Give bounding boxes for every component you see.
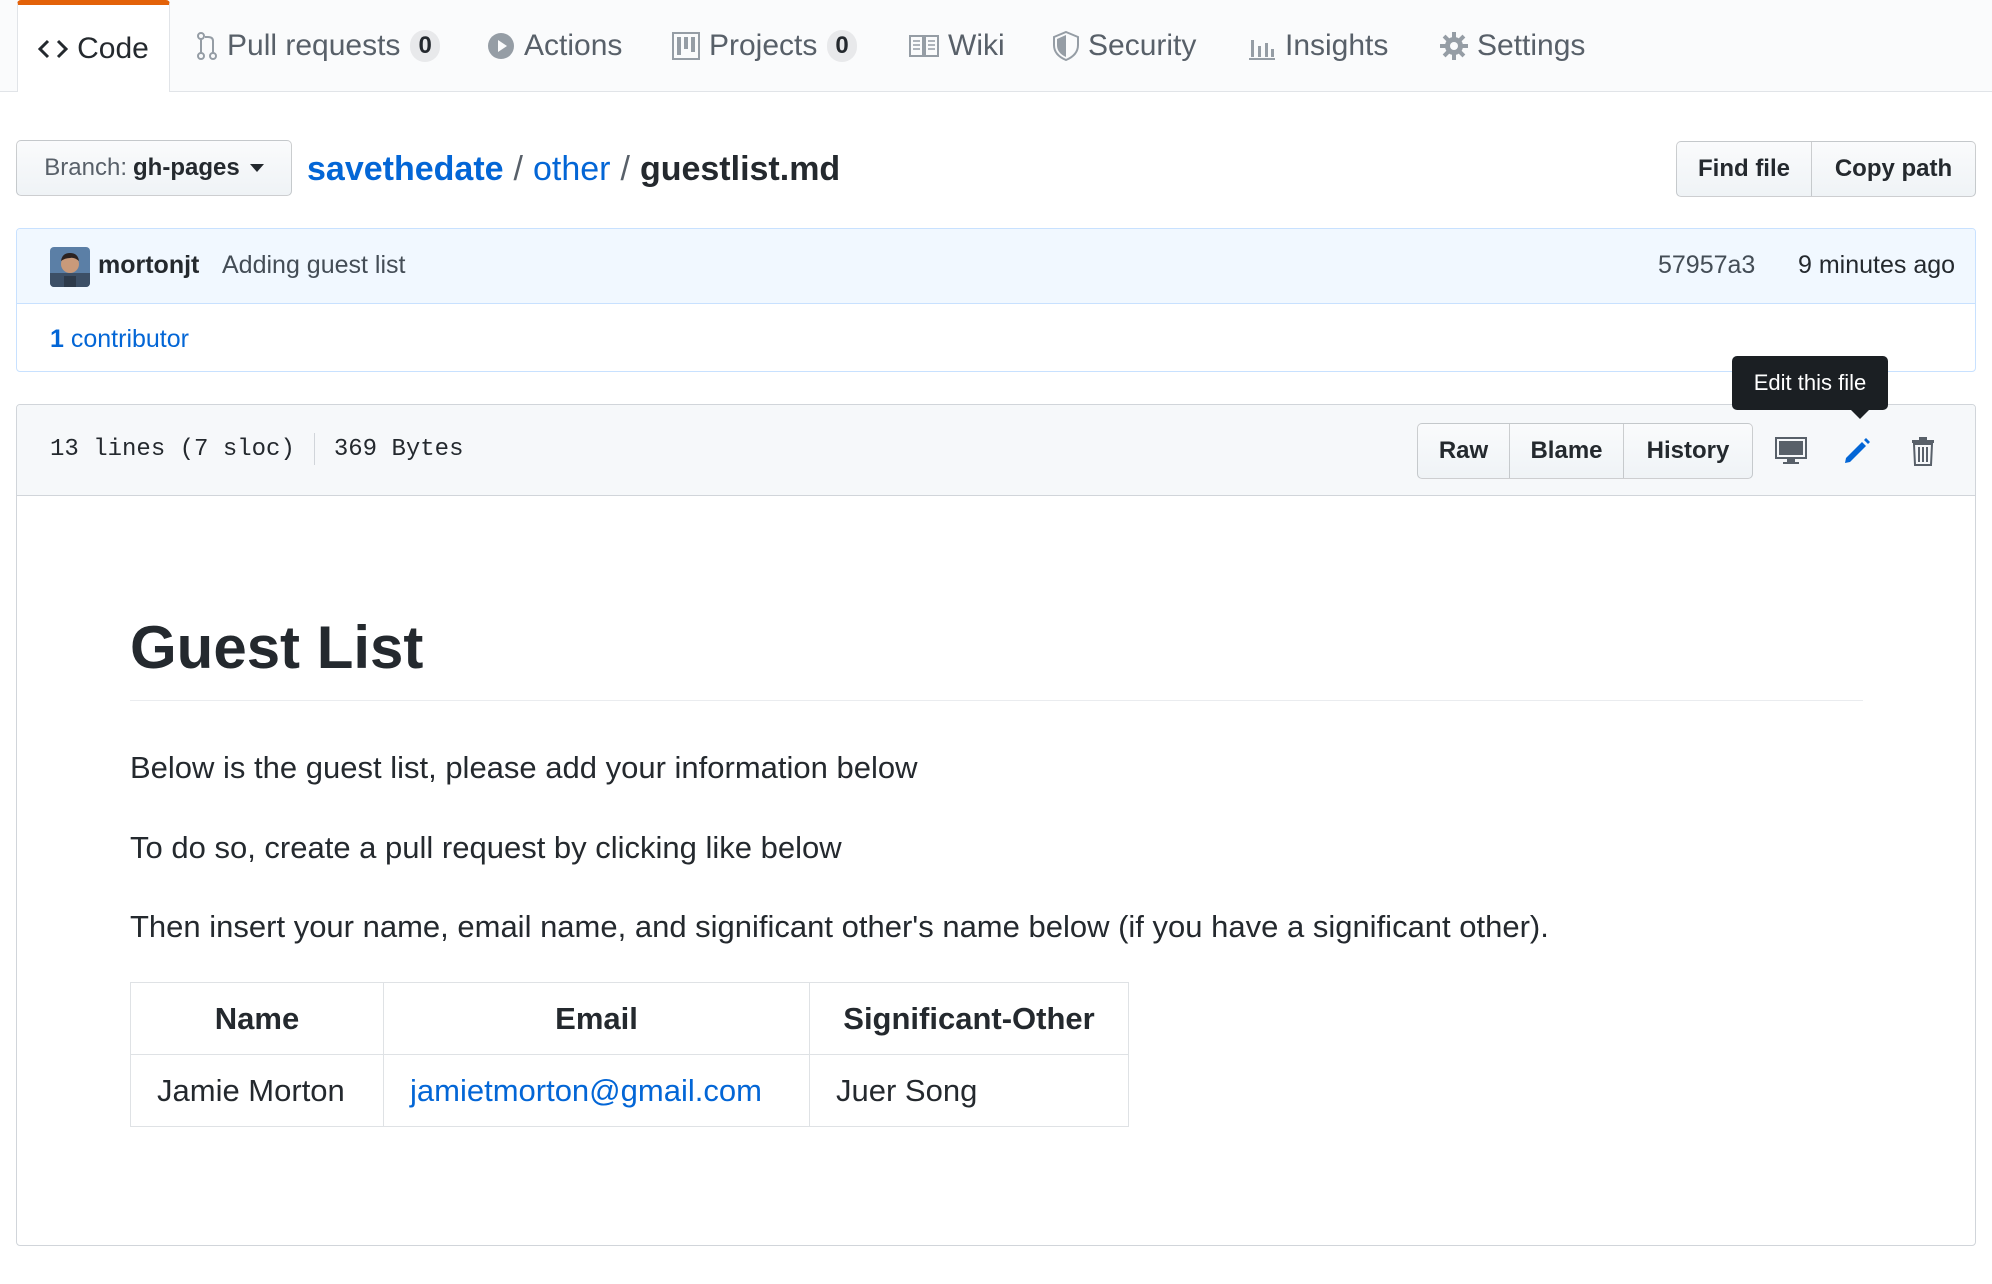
blame-button[interactable]: Blame: [1509, 423, 1624, 479]
file-actions-button-group: Raw Blame History: [1417, 423, 1753, 479]
tab-label: Actions: [524, 28, 623, 62]
email-link[interactable]: jamietmorton@gmail.com: [410, 1073, 762, 1108]
pull-requests-counter: 0: [410, 29, 440, 62]
tab-insights[interactable]: Insights: [1248, 0, 1388, 91]
breadcrumb: savethedate / other / guestlist.md: [307, 142, 840, 196]
shield-icon: [1053, 30, 1079, 61]
breadcrumb-file-name: guestlist.md: [639, 149, 841, 188]
branch-prefix: Branch:: [44, 154, 128, 181]
table-cell: Juer Song: [809, 1054, 1129, 1127]
commit-sha-link[interactable]: 57957a3: [1658, 251, 1755, 280]
pencil-icon[interactable]: [1837, 431, 1877, 471]
tab-settings[interactable]: Settings: [1440, 0, 1585, 91]
contributors-label: contributor: [70, 325, 189, 353]
markdown-paragraph: Below is the guest list, please add your…: [130, 750, 918, 785]
tab-projects[interactable]: Projects 0: [672, 0, 857, 91]
commit-tease: mortonjt Adding guest list 57957a3 9 min…: [16, 228, 1976, 372]
raw-button[interactable]: Raw: [1417, 423, 1510, 479]
tab-label: Wiki: [948, 28, 1005, 62]
branch-name: gh-pages: [133, 154, 240, 181]
projects-counter: 0: [827, 29, 857, 62]
book-icon: [909, 34, 939, 58]
table-header-cell: Name: [130, 982, 384, 1055]
commit-summary: mortonjt Adding guest list 57957a3 9 min…: [17, 229, 1975, 304]
table-cell: jamietmorton@gmail.com: [383, 1054, 810, 1127]
edit-file-tooltip: Edit this file: [1732, 356, 1888, 419]
tab-security[interactable]: Security: [1053, 0, 1196, 91]
tab-code[interactable]: Code: [17, 0, 170, 92]
file-info: 13 lines (7 sloc) 369 Bytes: [50, 433, 463, 465]
avatar[interactable]: [50, 247, 90, 287]
file-nav-button-group: Find file Copy path: [1676, 141, 1976, 197]
history-button[interactable]: History: [1623, 423, 1753, 479]
find-file-button[interactable]: Find file: [1676, 141, 1812, 197]
tab-label: Security: [1088, 28, 1197, 62]
git-pull-request-icon: [196, 31, 218, 61]
code-icon: [38, 38, 69, 60]
guest-table: Name Email Significant-Other Jamie Morto…: [130, 982, 1129, 1127]
branch-select-button[interactable]: Branch: gh-pages: [16, 140, 292, 196]
repo-nav: Code Pull requests 0 Actions Projects 0 …: [0, 0, 1992, 92]
caret-down-icon: [249, 164, 264, 172]
table-row: Jamie Morton jamietmorton@gmail.com Juer…: [130, 1054, 1129, 1127]
desktop-icon[interactable]: [1771, 431, 1811, 471]
tab-label: Code: [77, 31, 149, 65]
commit-author-link[interactable]: mortonjt: [98, 251, 199, 280]
contributors-count: 1: [50, 325, 64, 353]
play-icon: [487, 32, 515, 60]
tab-actions[interactable]: Actions: [487, 0, 622, 91]
file-info-divider: [313, 433, 315, 465]
tab-label: Settings: [1477, 28, 1586, 62]
commit-message-link[interactable]: Adding guest list: [222, 251, 405, 280]
tab-label: Insights: [1285, 28, 1389, 62]
markdown-paragraph: Then insert your name, email name, and s…: [130, 909, 1549, 944]
gear-icon: [1440, 31, 1468, 60]
table-header-cell: Email: [383, 982, 810, 1055]
tab-pull-requests[interactable]: Pull requests 0: [196, 0, 440, 91]
project-icon: [672, 31, 700, 60]
table-header-cell: Significant-Other: [809, 982, 1129, 1055]
file-line-count: 13 lines (7 sloc): [50, 435, 295, 463]
trashcan-icon[interactable]: [1903, 431, 1943, 471]
table-cell: Jamie Morton: [130, 1054, 384, 1127]
contributors-link[interactable]: 1 contributor: [50, 325, 189, 354]
file-header: 13 lines (7 sloc) 369 Bytes Raw Blame Hi…: [17, 405, 1975, 496]
copy-path-button[interactable]: Copy path: [1811, 141, 1976, 197]
graph-icon: [1248, 32, 1276, 60]
tab-label: Pull requests: [227, 28, 401, 62]
table-header-row: Name Email Significant-Other: [130, 982, 1129, 1055]
tab-label: Projects: [709, 28, 818, 62]
markdown-heading: Guest List: [130, 612, 1863, 701]
breadcrumb-separator: /: [620, 149, 630, 188]
breadcrumb-folder-link[interactable]: other: [533, 150, 611, 189]
commit-timestamp: 9 minutes ago: [1798, 251, 1956, 279]
file-size: 369 Bytes: [333, 435, 464, 463]
markdown-paragraph: To do so, create a pull request by click…: [130, 830, 842, 865]
tab-wiki[interactable]: Wiki: [909, 0, 1005, 91]
breadcrumb-separator: /: [513, 149, 523, 188]
breadcrumb-repo-link[interactable]: savethedate: [307, 150, 504, 189]
